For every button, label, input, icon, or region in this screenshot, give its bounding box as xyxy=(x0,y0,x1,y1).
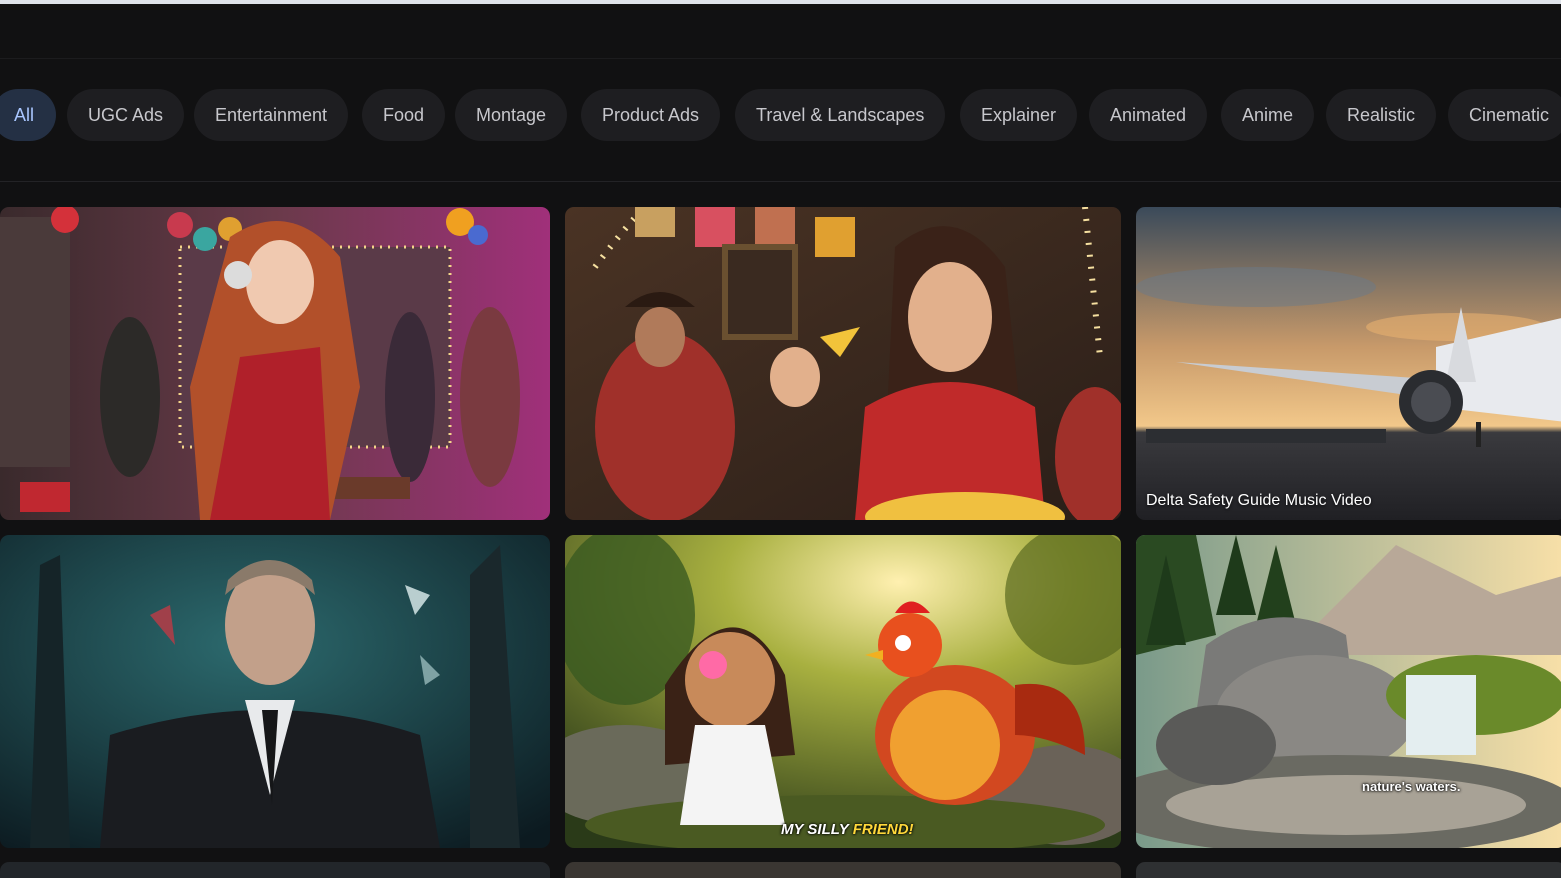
video-thumbnail xyxy=(1136,207,1561,520)
filter-chip-product-ads[interactable]: Product Ads xyxy=(581,89,721,141)
video-subtitle: nature's waters. xyxy=(1362,779,1461,794)
filter-chip-realistic[interactable]: Realistic xyxy=(1326,89,1437,141)
header-bar xyxy=(0,4,1561,59)
video-thumbnail xyxy=(0,535,550,848)
filter-chip-food[interactable]: Food xyxy=(362,89,446,141)
video-card-row3-1[interactable] xyxy=(0,862,550,878)
video-card-party-headphones[interactable] xyxy=(0,207,550,520)
video-card-chip-fiesta[interactable] xyxy=(565,207,1121,520)
video-thumbnail xyxy=(565,535,1121,848)
filter-chip-cinematic[interactable]: Cinematic xyxy=(1448,89,1561,141)
video-card-girl-rooster[interactable]: MY SILLY FRIEND! xyxy=(565,535,1121,848)
video-card-airplane-sunset[interactable]: Delta Safety Guide Music Video xyxy=(1136,207,1561,520)
video-caption: Delta Safety Guide Music Video xyxy=(1146,492,1372,509)
video-thumbnail xyxy=(565,207,1121,520)
video-card-agent-suit[interactable] xyxy=(0,535,550,848)
video-thumbnail xyxy=(0,207,550,520)
video-card-row3-2[interactable] xyxy=(565,862,1121,878)
filter-chip-entertainment[interactable]: Entertainment xyxy=(194,89,349,141)
filter-chip-all[interactable]: All xyxy=(0,89,57,141)
video-thumbnail xyxy=(1136,535,1561,848)
filter-chip-ugc-ads[interactable]: UGC Ads xyxy=(67,89,185,141)
filter-chip-explainer[interactable]: Explainer xyxy=(960,89,1078,141)
video-subtitle: MY SILLY FRIEND! xyxy=(781,821,914,838)
video-card-waterfall[interactable]: nature's waters. xyxy=(1136,535,1561,848)
filter-chip-montage[interactable]: Montage xyxy=(455,89,568,141)
filter-chip-anime[interactable]: Anime xyxy=(1221,89,1315,141)
video-card-row3-3[interactable] xyxy=(1136,862,1561,878)
filter-chip-animated[interactable]: Animated xyxy=(1089,89,1208,141)
filter-chip-travel-landscapes[interactable]: Travel & Landscapes xyxy=(735,89,946,141)
